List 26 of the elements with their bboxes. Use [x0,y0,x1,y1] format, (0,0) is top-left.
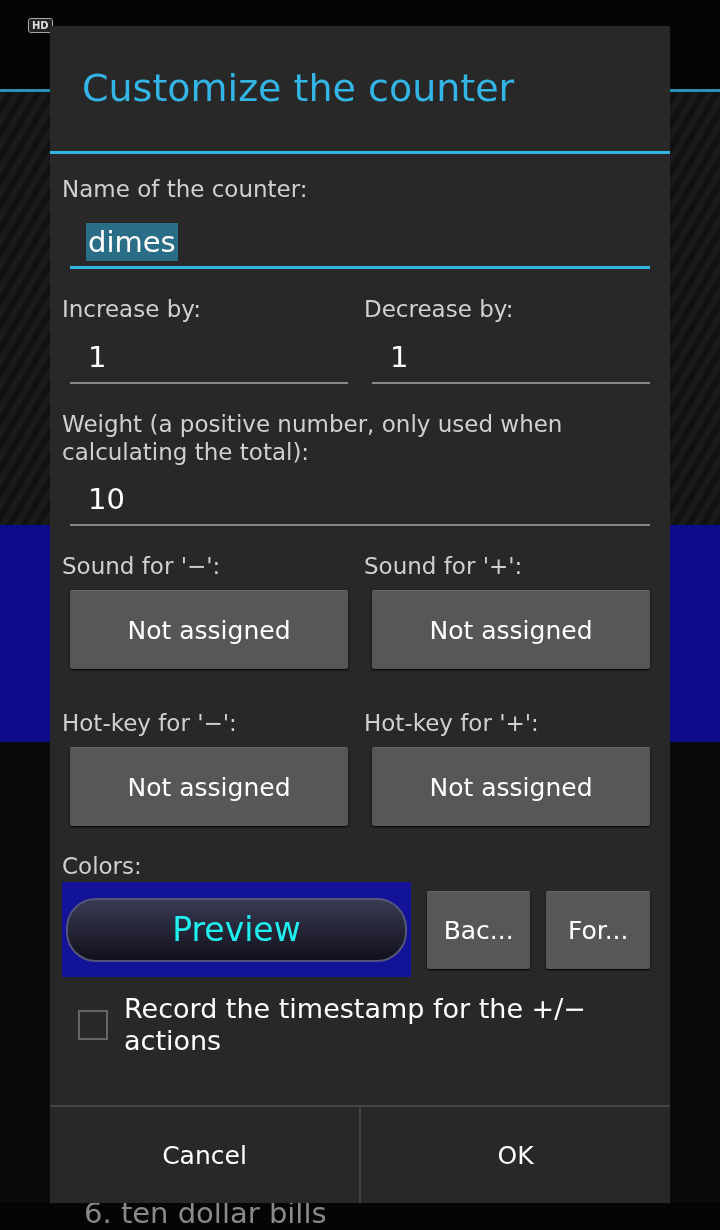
hd-badge: HD [28,18,53,33]
color-button[interactable]: Bac... [426,890,531,969]
sound-button[interactable]: Not assigned [372,590,650,669]
field-label: Sound for '+': [364,552,524,580]
checkbox-label: Record the timestamp for the +/− actions [124,993,587,1057]
field-label: Weight (a positive number, only used when calculating the total): [62,410,564,466]
checkbox[interactable] [78,1010,108,1040]
field-label: Hot-key for '−': [62,709,238,737]
hotkey-button[interactable]: Not assigned [372,747,650,826]
dialog-title: Customize the counter [82,66,515,110]
field-label: Colors: [62,852,143,880]
preview-text: Preview [172,910,301,949]
field-label: Decrease by: [364,295,515,323]
sound-button[interactable]: Not assigned [70,590,348,669]
field-label: Name of the counter: [62,175,309,203]
cancel-button[interactable]: Cancel [50,1107,359,1203]
field-label: Sound for '−': [62,552,222,580]
input-field[interactable]: 1 [70,332,348,384]
input-field[interactable]: 1 [372,332,650,384]
hotkey-button[interactable]: Not assigned [70,747,348,826]
input-field[interactable]: 10 [70,474,650,526]
color-button[interactable]: For... [546,890,650,969]
input-field[interactable]: dimes [70,217,650,269]
field-label: Hot-key for '+': [364,709,540,737]
ok-button[interactable]: OK [359,1107,670,1203]
field-label: Increase by: [62,295,202,323]
